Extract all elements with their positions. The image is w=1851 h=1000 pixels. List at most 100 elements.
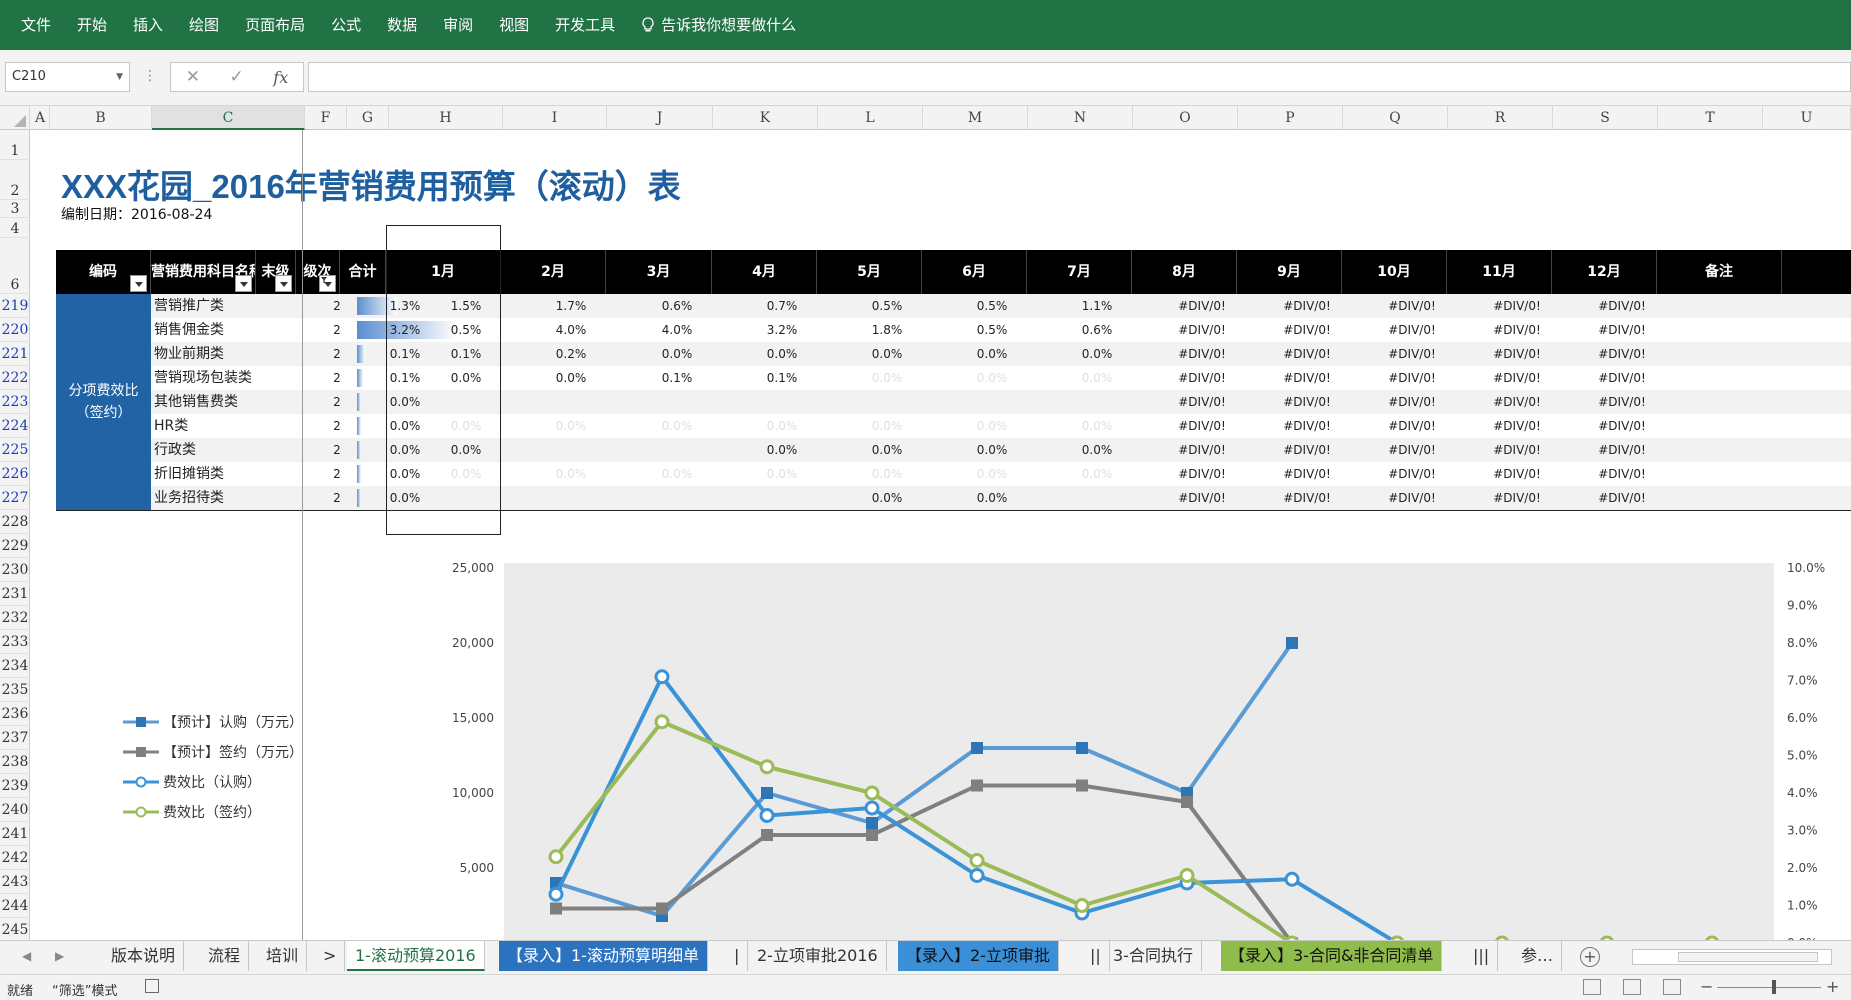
- month-cell[interactable]: #DIV/0!: [1157, 294, 1247, 318]
- month-cell[interactable]: #DIV/0!: [1367, 390, 1457, 414]
- month-cell[interactable]: 0.0%: [737, 438, 827, 462]
- month-cell[interactable]: 0.0%: [947, 366, 1037, 390]
- month-cell[interactable]: #DIV/0!: [1262, 438, 1352, 462]
- chevron-down-icon[interactable]: ▼: [116, 63, 123, 91]
- month-cell[interactable]: [1052, 486, 1142, 510]
- account-name-cell[interactable]: 行政类: [151, 438, 301, 462]
- month-cell[interactable]: [1052, 390, 1142, 414]
- month-cell[interactable]: 0.0%: [1052, 342, 1142, 366]
- month-cell[interactable]: 0.0%: [526, 414, 616, 438]
- month-cell[interactable]: 0.0%: [737, 462, 827, 486]
- month-cell[interactable]: 0.6%: [1052, 318, 1142, 342]
- month-cell[interactable]: [526, 486, 616, 510]
- month-cell[interactable]: 0.0%: [1052, 414, 1142, 438]
- month-cell[interactable]: #DIV/0!: [1367, 318, 1457, 342]
- sheet-tab[interactable]: 培训: [258, 941, 308, 971]
- month-cell[interactable]: #DIV/0!: [1472, 414, 1562, 438]
- month-cell[interactable]: #DIV/0!: [1472, 342, 1562, 366]
- name-box[interactable]: C210 ▼: [5, 62, 130, 92]
- column-header[interactable]: L: [818, 106, 923, 130]
- row-header[interactable]: 232: [0, 606, 30, 630]
- month-cell[interactable]: #DIV/0!: [1367, 294, 1457, 318]
- row-header[interactable]: 242: [0, 846, 30, 870]
- month-cell[interactable]: #DIV/0!: [1472, 318, 1562, 342]
- row-header[interactable]: 244: [0, 894, 30, 918]
- month-cell[interactable]: 0.5%: [842, 294, 932, 318]
- month-cell[interactable]: #DIV/0!: [1262, 342, 1352, 366]
- account-name-cell[interactable]: 营销推广类: [151, 294, 301, 318]
- month-cell[interactable]: [421, 390, 511, 414]
- month-cell[interactable]: 0.0%: [947, 486, 1037, 510]
- column-header[interactable]: C: [152, 106, 305, 130]
- ribbon-tab[interactable]: 开发工具: [542, 0, 628, 50]
- sheet-tab[interactable]: 版本说明: [103, 941, 185, 971]
- worksheet[interactable]: XXX花园_2016年营销费用预算（滚动）表 编制日期：2016-08-24 编…: [31, 130, 1851, 940]
- column-header[interactable]: J: [607, 106, 713, 130]
- month-cell[interactable]: #DIV/0!: [1367, 462, 1457, 486]
- sheet-tab[interactable]: 2-立项审批2016: [749, 941, 887, 971]
- row-header[interactable]: 245: [0, 918, 30, 942]
- row-header[interactable]: 230: [0, 558, 30, 582]
- column-header[interactable]: Q: [1343, 106, 1448, 130]
- month-cell[interactable]: 0.0%: [421, 438, 511, 462]
- month-cell[interactable]: #DIV/0!: [1157, 438, 1247, 462]
- sheet-tab[interactable]: 参…: [1513, 941, 1563, 971]
- month-cell[interactable]: 1.5%: [421, 294, 511, 318]
- month-cell[interactable]: #DIV/0!: [1262, 414, 1352, 438]
- horizontal-scrollbar[interactable]: [1632, 949, 1832, 965]
- sheet-tab[interactable]: 流程: [200, 941, 250, 971]
- month-cell[interactable]: [842, 390, 932, 414]
- sheet-tab[interactable]: >: [315, 941, 346, 971]
- month-cell[interactable]: #DIV/0!: [1472, 390, 1562, 414]
- table-row[interactable]: 业务招待类 2 0.0% 0.0% 0.0% #DIV/0! #DIV/0! #DIV/0! #…: [151, 486, 1851, 510]
- row-header[interactable]: 222: [0, 366, 30, 390]
- column-header[interactable]: S: [1553, 106, 1658, 130]
- month-cell[interactable]: #DIV/0!: [1577, 462, 1667, 486]
- zoom-in-icon[interactable]: +: [1826, 977, 1839, 996]
- month-cell[interactable]: [632, 486, 722, 510]
- month-cell[interactable]: #DIV/0!: [1157, 486, 1247, 510]
- sheet-tab[interactable]: 3-合同执行: [1105, 941, 1202, 971]
- month-cell[interactable]: 0.0%: [632, 414, 722, 438]
- level-cell[interactable]: 2: [315, 390, 359, 414]
- filter-dropdown-icon[interactable]: [275, 275, 292, 292]
- month-cell[interactable]: 0.6%: [632, 294, 722, 318]
- ribbon-tab[interactable]: 页面布局: [232, 0, 318, 50]
- account-name-cell[interactable]: 业务招待类: [151, 486, 301, 510]
- month-cell[interactable]: 0.0%: [632, 342, 722, 366]
- month-cell[interactable]: 0.0%: [842, 486, 932, 510]
- row-header[interactable]: 220: [0, 318, 30, 342]
- level-cell[interactable]: 2: [315, 414, 359, 438]
- row-header[interactable]: 238: [0, 750, 30, 774]
- next-sheet-icon[interactable]: ▶: [55, 949, 64, 963]
- month-cell[interactable]: 4.0%: [526, 318, 616, 342]
- filter-dropdown-icon[interactable]: [235, 275, 252, 292]
- month-cell[interactable]: 0.0%: [1052, 462, 1142, 486]
- month-cell[interactable]: #DIV/0!: [1577, 438, 1667, 462]
- month-cell[interactable]: 0.5%: [947, 294, 1037, 318]
- table-row[interactable]: 折旧摊销类 2 0.0% 0.0% 0.0% 0.0% 0.0% 0.0% 0.0% 0.0% #D…: [151, 462, 1851, 486]
- month-cell[interactable]: 0.2%: [526, 342, 616, 366]
- table-row[interactable]: 其他销售费类 2 0.0% #DIV/0! #DIV/0! #DIV/0! #DIV/0! #…: [151, 390, 1851, 414]
- month-cell[interactable]: #DIV/0!: [1577, 366, 1667, 390]
- row-header[interactable]: 237: [0, 726, 30, 750]
- row-header[interactable]: 243: [0, 870, 30, 894]
- row-header[interactable]: 241: [0, 822, 30, 846]
- column-header[interactable]: U: [1763, 106, 1851, 130]
- level-cell[interactable]: 2: [315, 318, 359, 342]
- month-cell[interactable]: 0.0%: [737, 342, 827, 366]
- month-cell[interactable]: #DIV/0!: [1367, 366, 1457, 390]
- sheet-tab[interactable]: |||: [1465, 941, 1499, 971]
- row-header[interactable]: 239: [0, 774, 30, 798]
- account-name-cell[interactable]: 折旧摊销类: [151, 462, 301, 486]
- table-row[interactable]: 销售佣金类 2 3.2% 0.5% 4.0% 4.0% 3.2% 1.8% 0.5% 0.6% #D…: [151, 318, 1851, 342]
- row-header[interactable]: 236: [0, 702, 30, 726]
- month-cell[interactable]: #DIV/0!: [1577, 414, 1667, 438]
- month-cell[interactable]: 0.5%: [421, 318, 511, 342]
- month-cell[interactable]: #DIV/0!: [1577, 486, 1667, 510]
- month-cell[interactable]: [421, 486, 511, 510]
- row-header[interactable]: 234: [0, 654, 30, 678]
- row-header[interactable]: 2: [0, 160, 30, 200]
- month-cell[interactable]: 0.0%: [842, 366, 932, 390]
- table-row[interactable]: 行政类 2 0.0% 0.0% 0.0% 0.0% 0.0% 0.0% #DIV/0! #DIV/…: [151, 438, 1851, 462]
